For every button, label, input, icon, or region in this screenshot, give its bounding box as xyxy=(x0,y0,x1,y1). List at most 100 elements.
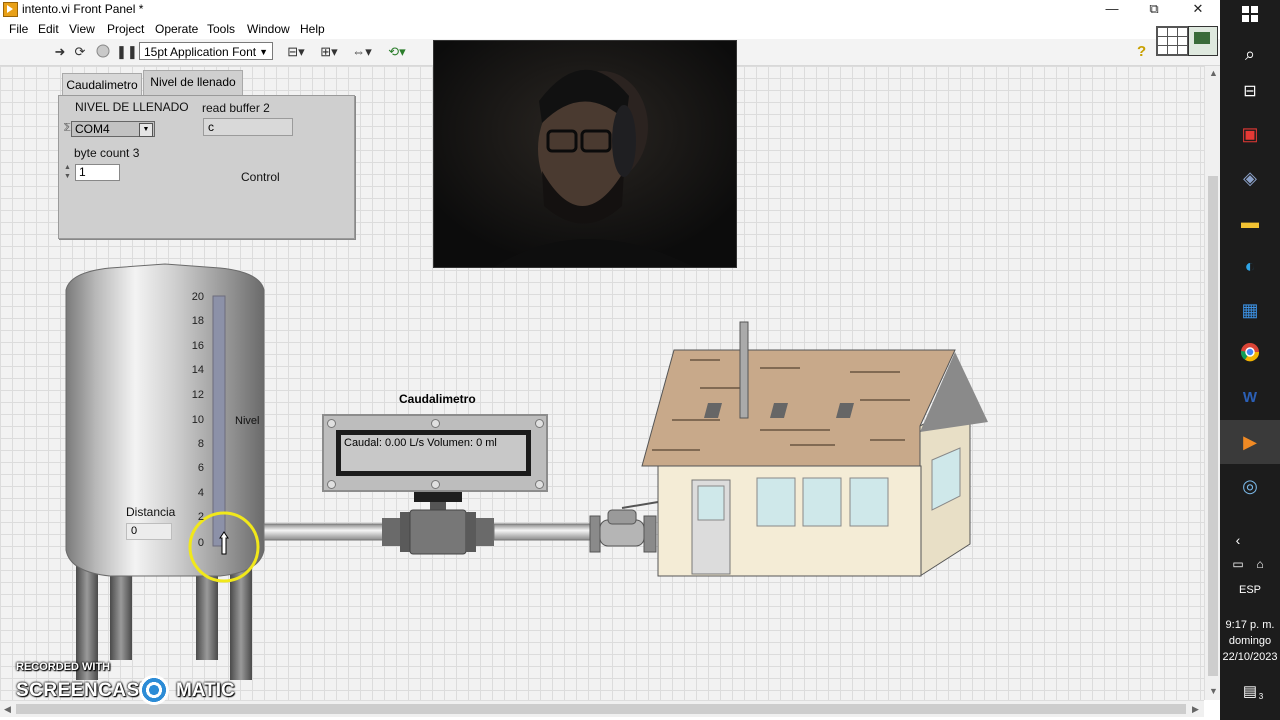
menu-file[interactable]: File xyxy=(9,22,28,36)
watermark-recorded-with: RECORDED WITH xyxy=(16,661,111,673)
connector-pane-icon[interactable] xyxy=(1156,26,1188,56)
scale-tick: 18 xyxy=(191,315,204,327)
scale-tick: 14 xyxy=(191,364,204,376)
webcam-overlay xyxy=(433,40,737,268)
edge-browser-icon[interactable]: ◐ xyxy=(1238,254,1262,278)
distancia-label: Distancia xyxy=(126,505,176,519)
reorder-icon[interactable]: ⟲▾ xyxy=(385,44,409,60)
task-view-icon[interactable]: ⊟ xyxy=(1238,80,1262,104)
tab-nivel-de-llenado[interactable]: Nivel de llenado xyxy=(143,70,243,96)
font-select-value: 15pt Application Font xyxy=(144,45,257,59)
main-valve xyxy=(382,492,494,555)
house xyxy=(641,321,988,577)
screw-icon xyxy=(431,480,440,489)
labview-vi-icon xyxy=(3,2,18,17)
chrome-logo-icon xyxy=(1240,343,1260,362)
clock-date[interactable]: 22/10/2023 xyxy=(1222,651,1278,663)
vi-icon[interactable] xyxy=(1188,26,1218,56)
window-titlebar: intento.vi Front Panel * — ⧉ ✕ xyxy=(0,0,1220,18)
level-tube xyxy=(212,295,226,547)
scroll-down-icon[interactable]: ▼ xyxy=(1209,686,1218,696)
scale-tick: 12 xyxy=(191,389,204,401)
word-app-icon[interactable]: W xyxy=(1238,386,1262,410)
increment-decrement-icon[interactable]: ▲ ▼ xyxy=(64,163,71,181)
menu-tools[interactable]: Tools xyxy=(207,22,235,36)
menu-project[interactable]: Project xyxy=(107,22,144,36)
run-continuously-icon[interactable]: ⟳ xyxy=(72,44,88,60)
windows-logo-icon xyxy=(1242,6,1258,22)
battery-icon[interactable]: ▭ xyxy=(1228,552,1248,576)
resize-objects-icon[interactable]: ⇔▾ xyxy=(350,44,374,60)
clock-time[interactable]: 9:17 p. m. xyxy=(1222,619,1278,631)
menu-view[interactable]: View xyxy=(69,22,95,36)
screw-icon xyxy=(327,419,336,428)
screw-icon xyxy=(535,419,544,428)
network-icon[interactable]: ⌂ xyxy=(1250,552,1270,576)
horizontal-scrollbar[interactable]: ◀ ▶ xyxy=(0,700,1204,717)
menu-bar: File Edit View Project Operate Tools Win… xyxy=(0,19,1220,39)
tab-caudalimetro[interactable]: Caudalimetro xyxy=(62,73,142,95)
restore-button[interactable]: ⧉ xyxy=(1132,0,1176,18)
screw-icon xyxy=(535,480,544,489)
byte-count-input[interactable]: 1 xyxy=(75,164,120,181)
align-objects-icon[interactable]: ⊟▾ xyxy=(284,44,308,60)
window-title: intento.vi Front Panel * xyxy=(22,2,144,16)
vertical-scrollbar[interactable]: ▲ ▼ xyxy=(1204,66,1221,700)
caudalimetro-title: Caudalimetro xyxy=(399,392,476,406)
menu-help[interactable]: Help xyxy=(300,22,325,36)
nivel-de-llenado-label: NIVEL DE LLENADO xyxy=(75,100,189,114)
notification-count-badge: 3 xyxy=(1258,692,1264,701)
scroll-up-icon[interactable]: ▲ xyxy=(1209,68,1218,78)
chevron-down-icon: ▼ xyxy=(259,47,268,57)
file-explorer-icon[interactable]: ▬ xyxy=(1238,210,1262,234)
scroll-left-icon[interactable]: ◀ xyxy=(4,704,11,715)
tray-expand-icon[interactable]: ‹ xyxy=(1228,528,1248,552)
scale-tick: 4 xyxy=(197,487,204,499)
com-port-select[interactable]: COM4 ▼ xyxy=(71,121,155,137)
clock-day[interactable]: domingo xyxy=(1222,635,1278,647)
satellite-app-icon[interactable]: ◈ xyxy=(1238,166,1262,190)
gift-app-icon[interactable]: ▣ xyxy=(1238,122,1262,146)
abort-icon[interactable] xyxy=(95,44,111,60)
pause-icon[interactable]: ❚❚ xyxy=(116,44,138,60)
scale-tick: 6 xyxy=(197,462,204,474)
search-icon[interactable]: ⌕ xyxy=(1238,42,1262,66)
scale-tick: 20 xyxy=(191,291,204,303)
abort-stop-icon xyxy=(96,44,110,58)
vertical-scroll-thumb[interactable] xyxy=(1208,176,1218,676)
input-language[interactable]: ESP xyxy=(1222,584,1278,596)
scale-tick: 16 xyxy=(191,340,204,352)
flowmeter-readout: Caudal: 0.00 L/s Volumen: 0 ml xyxy=(344,437,497,449)
scroll-right-icon[interactable]: ▶ xyxy=(1192,704,1199,715)
minimize-button[interactable]: — xyxy=(1090,0,1134,18)
webcam-person-image xyxy=(434,41,736,267)
byte-count-label: byte count 3 xyxy=(74,146,140,160)
distribute-objects-icon[interactable]: ⊞▾ xyxy=(317,44,341,60)
screencast-app-icon[interactable]: ▶ xyxy=(1238,430,1262,454)
watermark-brand-left: SCREENCAST xyxy=(16,680,152,701)
horizontal-scroll-thumb[interactable] xyxy=(16,704,1186,714)
screencast-logo-icon xyxy=(139,675,169,705)
scale-tick: 10 xyxy=(191,414,204,426)
close-button[interactable]: ✕ xyxy=(1176,0,1220,18)
control-label: Control xyxy=(241,170,280,184)
font-select[interactable]: 15pt Application Font ▼ xyxy=(139,42,273,60)
distancia-indicator: 0 xyxy=(126,523,172,540)
context-help-icon[interactable]: ? xyxy=(1137,43,1146,60)
read-buffer-label: read buffer 2 xyxy=(202,101,270,115)
chevron-down-icon[interactable]: ▼ xyxy=(139,123,153,137)
gate-valve xyxy=(589,501,659,553)
screw-icon xyxy=(431,419,440,428)
menu-window[interactable]: Window xyxy=(247,22,290,36)
watermark-brand-right: MATIC xyxy=(176,680,235,701)
scale-tick: 2 xyxy=(197,511,204,523)
chrome-browser-icon[interactable] xyxy=(1238,342,1262,366)
scale-tick: 8 xyxy=(197,438,204,450)
visa-resource-icon: ⅀ xyxy=(64,122,71,131)
menu-operate[interactable]: Operate xyxy=(155,22,198,36)
menu-edit[interactable]: Edit xyxy=(38,22,59,36)
store-app-icon[interactable]: ▦ xyxy=(1238,298,1262,322)
cortana-icon[interactable]: ◎ xyxy=(1238,474,1262,498)
windows-start-icon[interactable] xyxy=(1238,5,1262,29)
run-arrow-icon[interactable]: ➜ xyxy=(52,44,68,60)
